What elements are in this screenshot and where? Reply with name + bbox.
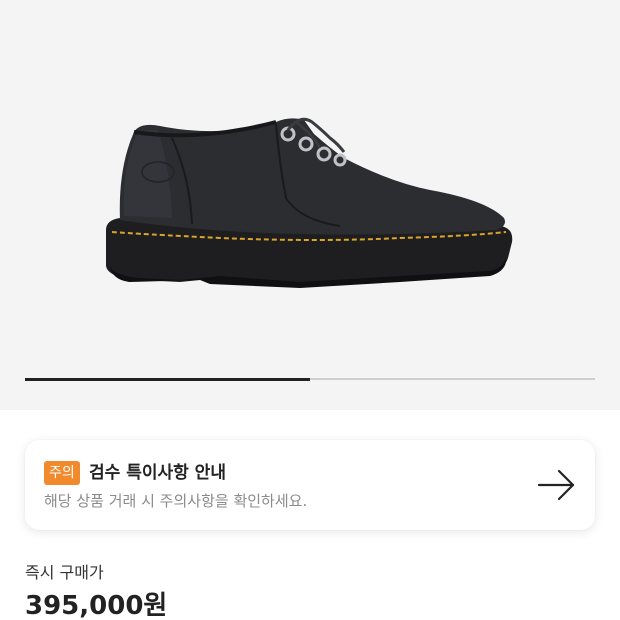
product-shoe-image	[106, 117, 513, 288]
instant-buy-price: 395,000원	[25, 591, 168, 620]
image-carousel-progress-fill	[25, 377, 310, 381]
instant-buy-price-label: 즉시 구매가	[25, 563, 104, 582]
notice-title: 검수 특이사항 안내	[89, 463, 226, 483]
product-image-gallery[interactable]	[0, 0, 620, 410]
inspection-notice-card[interactable]: 주의 검수 특이사항 안내 해당 상품 거래 시 주의사항을 확인하세요.	[25, 440, 595, 530]
product-detail-page: 주의 검수 특이사항 안내 해당 상품 거래 시 주의사항을 확인하세요. 즉시…	[0, 0, 620, 620]
image-carousel-progress	[25, 377, 595, 381]
arrow-right-icon[interactable]	[537, 467, 577, 503]
notice-description: 해당 상품 거래 시 주의사항을 확인하세요.	[44, 492, 308, 510]
caution-badge: 주의	[44, 461, 80, 485]
